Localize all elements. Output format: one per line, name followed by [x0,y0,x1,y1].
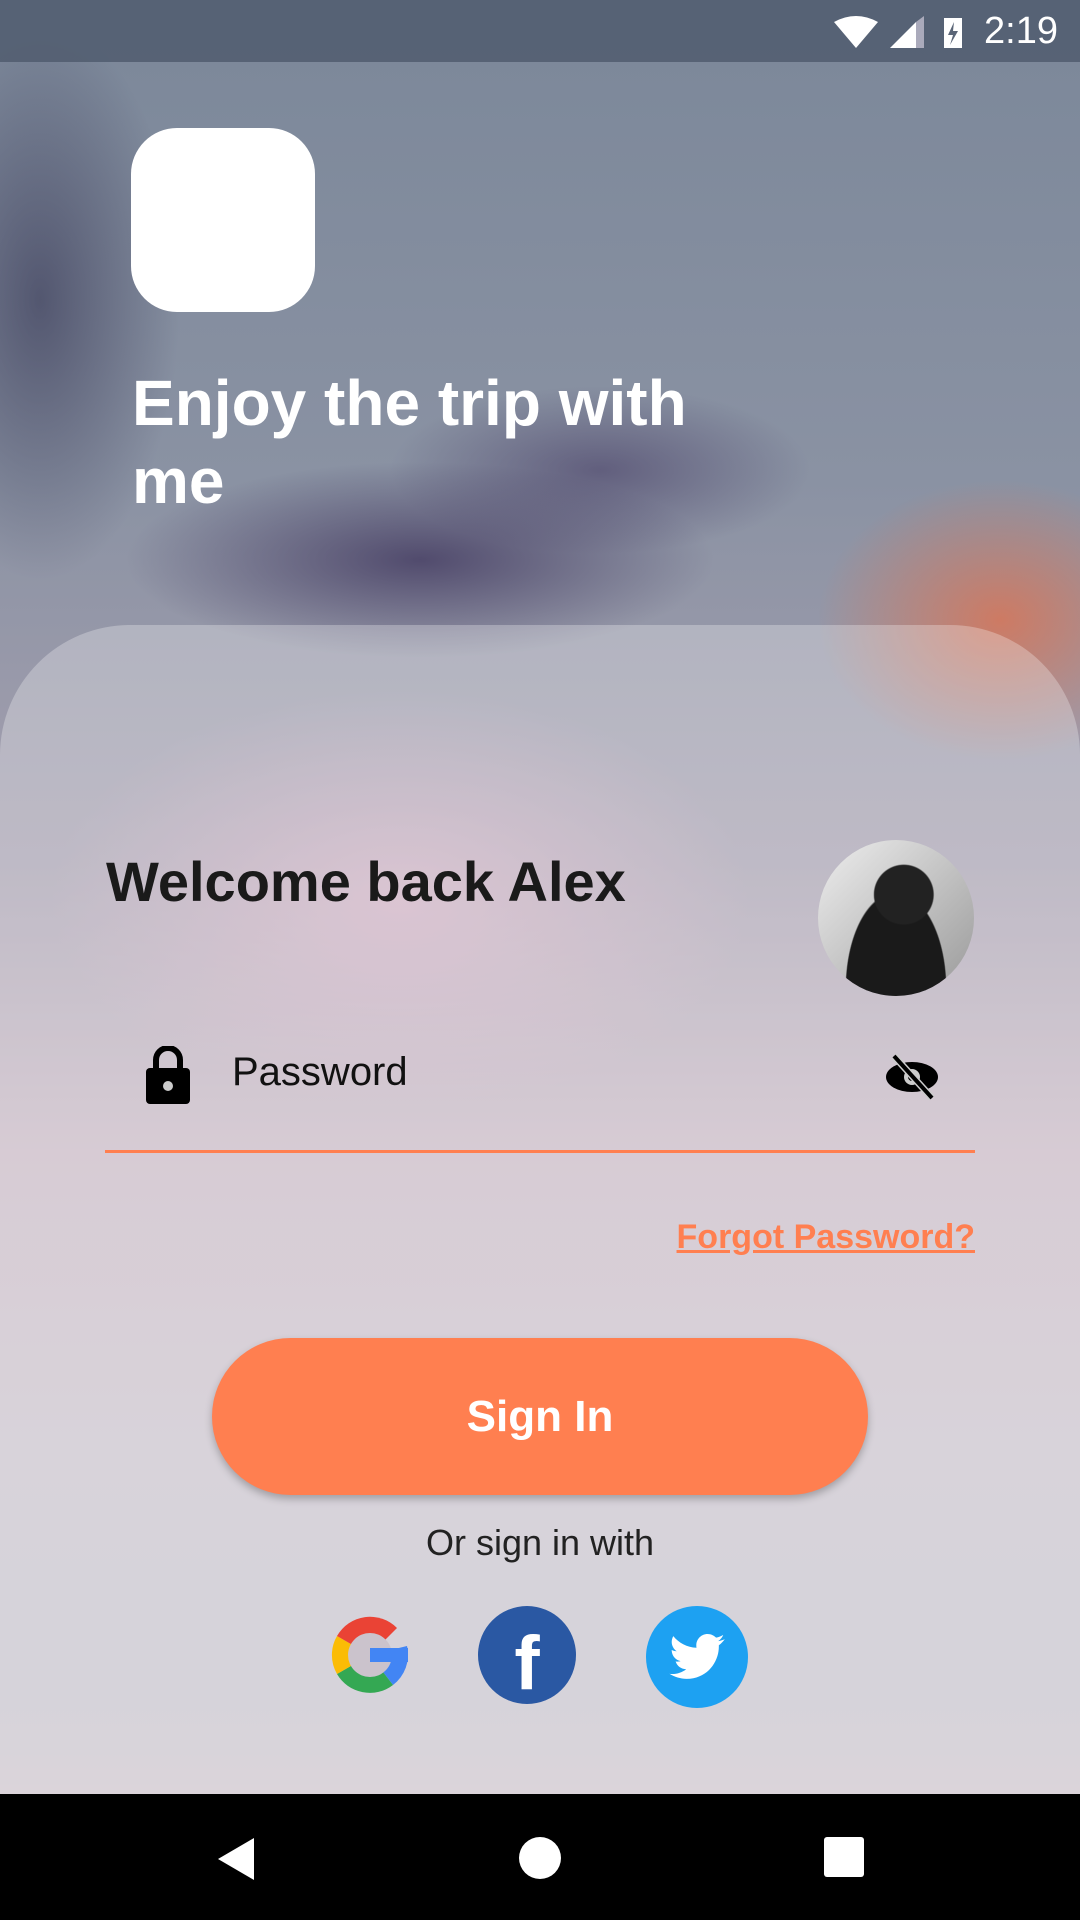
forgot-password-link[interactable]: Forgot Password? [677,1218,975,1257]
home-icon[interactable] [518,1836,562,1880]
wifi-off-icon [834,16,878,48]
welcome-heading: Welcome back Alex [106,850,626,913]
twitter-sign-in-button[interactable] [646,1606,748,1708]
password-input[interactable]: Password [232,1050,408,1095]
clock: 2:19 [984,10,1058,52]
password-underline [105,1150,975,1153]
visibility-off-icon[interactable] [882,1052,942,1102]
app-logo [131,128,315,312]
facebook-sign-in-button[interactable]: f [478,1606,576,1706]
back-icon[interactable] [214,1836,258,1882]
status-icons [834,16,962,48]
avatar[interactable] [818,840,974,996]
sign-in-button[interactable]: Sign In [212,1338,868,1495]
or-sign-in-label: Or sign in with [425,1522,655,1563]
tagline: Enjoy the trip with me [132,367,687,517]
twitter-icon [669,1634,725,1679]
google-icon [331,1616,409,1693]
signal-icon [890,22,916,48]
recents-icon[interactable] [824,1837,864,1877]
navigation-bar [0,1794,1080,1920]
lock-icon [146,1046,190,1104]
status-bar: 2:19 [0,0,1080,62]
google-sign-in-button[interactable] [321,1606,419,1704]
facebook-icon: f [514,1620,540,1706]
